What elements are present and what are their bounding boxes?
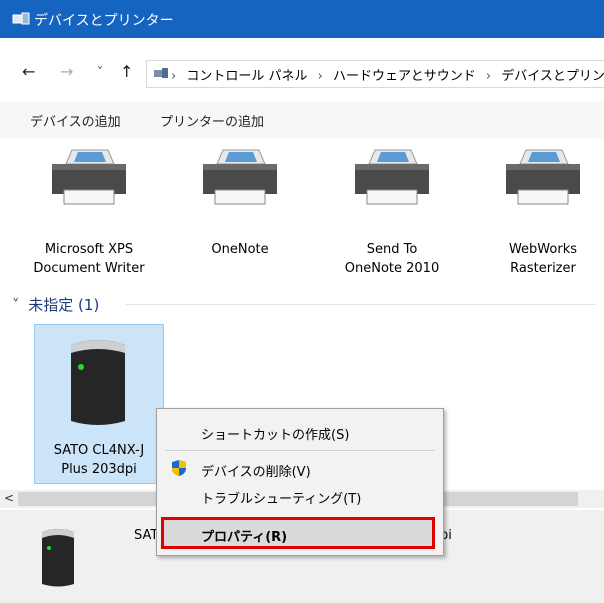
device-item-sato-printer[interactable]: SATO CL4NX-J Plus 203dpi xyxy=(34,324,164,484)
device-name-line1: Send To xyxy=(366,242,418,257)
device-name-line2: OneNote 2010 xyxy=(344,261,440,276)
address-bar: ← → ˅ ↑ › コントロール パネル › ハードウェアとサウンド › デバイ… xyxy=(0,52,604,92)
devices-printers-icon xyxy=(154,68,168,78)
back-button[interactable]: ← xyxy=(22,62,35,81)
breadcrumb-separator: › xyxy=(171,69,177,84)
uac-shield-icon xyxy=(172,460,186,476)
chevron-down-icon: ˅ xyxy=(12,296,20,314)
breadcrumb-item-control-panel[interactable]: コントロール パネル xyxy=(186,69,307,84)
group-header-unspecified[interactable]: ˅ 未指定 (1) xyxy=(12,294,99,315)
menu-item-properties[interactable]: プロパティ(R) xyxy=(201,526,287,545)
device-item-onenote[interactable]: OneNote xyxy=(175,146,305,286)
device-tower-icon xyxy=(71,340,125,425)
menu-item-remove-device[interactable]: デバイスの削除(V) xyxy=(201,461,311,480)
address-box[interactable]: › コントロール パネル › ハードウェアとサウンド › デバイスとプリンター xyxy=(146,60,604,88)
up-button[interactable]: ↑ xyxy=(120,62,133,81)
group-label: 未指定 (1) xyxy=(28,296,100,314)
forward-button[interactable]: → xyxy=(60,62,73,81)
breadcrumb-item-devices-printers[interactable]: デバイスとプリンター xyxy=(501,69,604,84)
menu-item-create-shortcut[interactable]: ショートカットの作成(S) xyxy=(201,424,349,443)
breadcrumb: › コントロール パネル › ハードウェアとサウンド › デバイスとプリンター xyxy=(171,65,604,84)
menu-item-troubleshoot[interactable]: トラブルシューティング(T) xyxy=(201,488,361,507)
title-bar: デバイスとプリンター xyxy=(0,0,604,38)
context-menu: ショートカットの作成(S) デバイスの削除(V) トラブルシューティング(T) … xyxy=(156,408,444,556)
printer-icon xyxy=(506,149,580,205)
device-name-line2: Plus 203dpi xyxy=(61,462,137,477)
add-printer-button[interactable]: プリンターの追加 xyxy=(160,111,264,130)
breadcrumb-separator: › xyxy=(317,69,323,84)
scroll-left-button[interactable]: < xyxy=(4,491,14,505)
recent-locations-button[interactable]: ˅ xyxy=(97,65,103,79)
add-device-button[interactable]: デバイスの追加 xyxy=(30,111,121,130)
printer-icon xyxy=(203,149,277,205)
devices-printers-icon xyxy=(12,12,30,25)
printer-icon xyxy=(355,149,429,205)
device-name-line2: Rasterizer xyxy=(510,261,576,276)
window-title: デバイスとプリンター xyxy=(34,13,174,29)
device-name-line1: WebWorks xyxy=(508,242,578,257)
device-item-send-to-onenote[interactable]: Send To OneNote 2010 xyxy=(327,146,457,286)
menu-separator xyxy=(165,450,435,451)
command-bar: デバイスの追加 プリンターの追加 xyxy=(0,102,604,138)
details-device-name: SAT xyxy=(134,528,159,543)
device-name-line1: OneNote xyxy=(211,242,269,257)
device-name-line1: Microsoft XPS xyxy=(44,242,134,257)
device-name-line1: SATO CL4NX-J xyxy=(53,443,145,458)
device-tower-icon xyxy=(42,529,74,587)
device-name-line2: Document Writer xyxy=(33,261,145,276)
group-divider xyxy=(126,304,596,305)
breadcrumb-item-hardware-sound[interactable]: ハードウェアとサウンド xyxy=(333,69,476,84)
device-item-microsoft-xps[interactable]: Microsoft XPS Document Writer xyxy=(24,146,154,286)
device-item-webworks[interactable]: WebWorks Rasterizer xyxy=(478,146,604,286)
breadcrumb-separator: › xyxy=(485,69,492,84)
printer-icon xyxy=(52,149,126,205)
